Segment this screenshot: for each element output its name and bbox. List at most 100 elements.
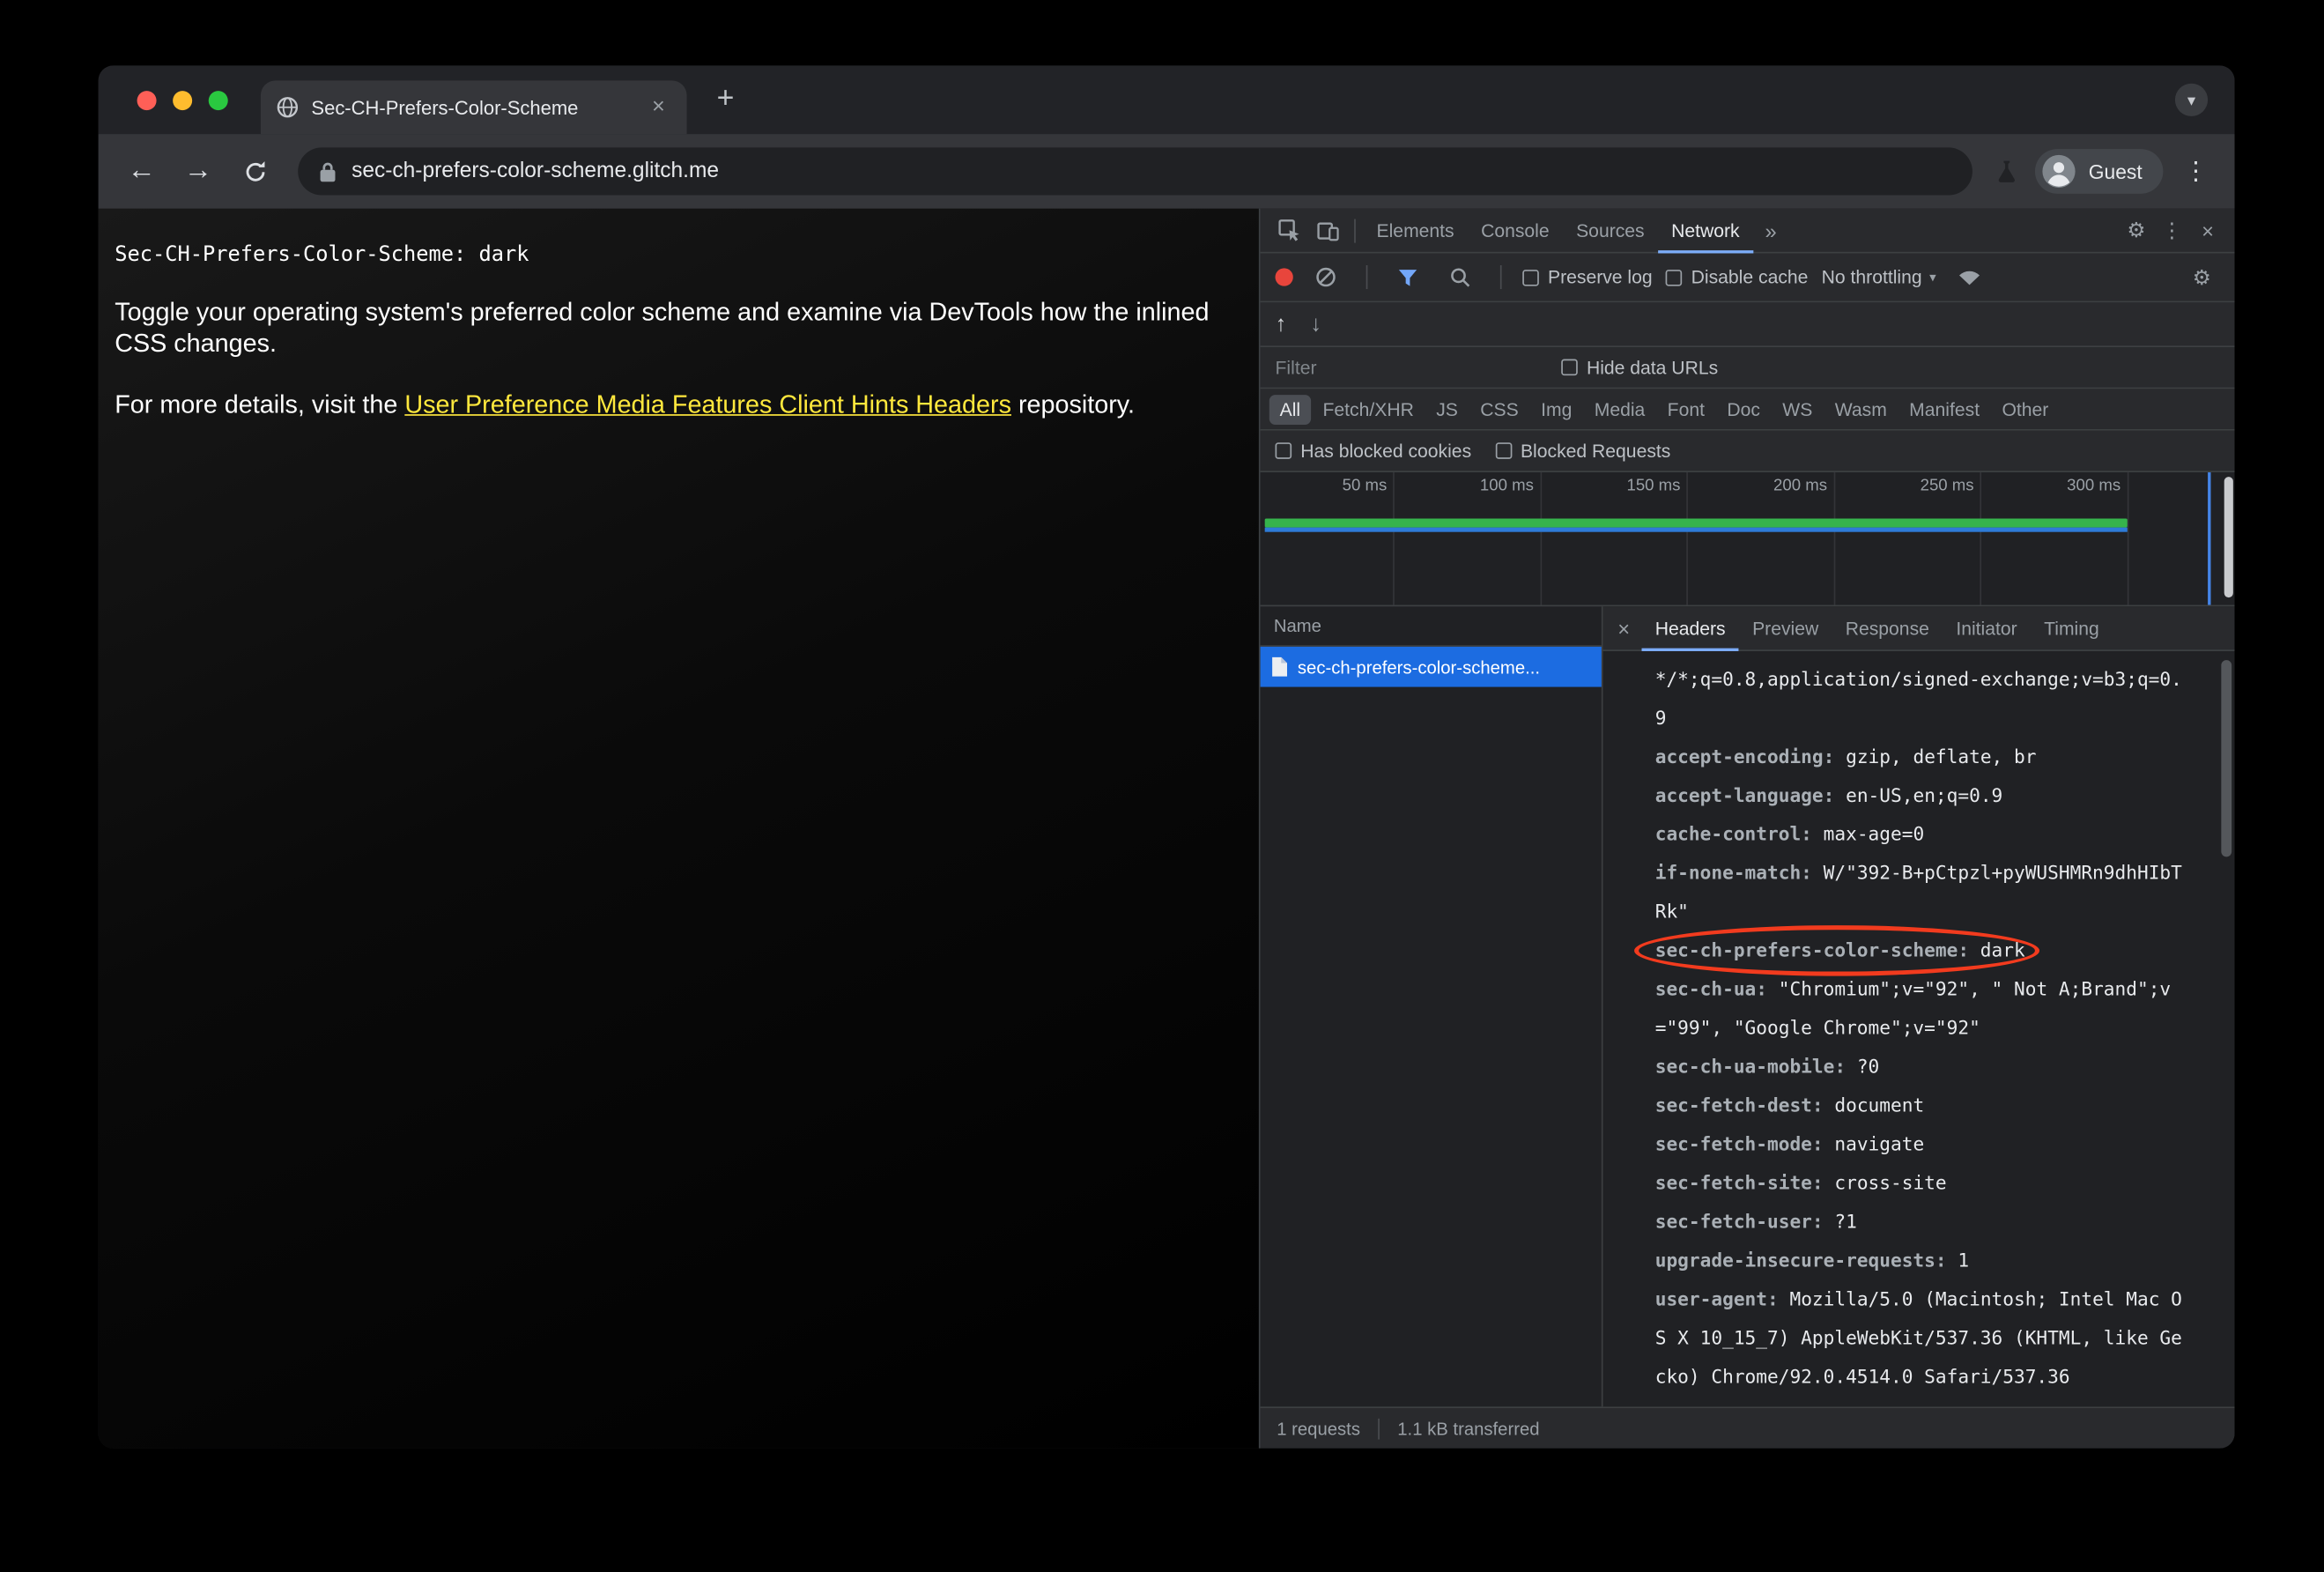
filter-input[interactable]	[1275, 357, 1543, 378]
toolbar-divider	[1499, 265, 1502, 290]
header-name: sec-ch-ua:	[1654, 977, 1768, 1000]
close-details-icon[interactable]: ×	[1606, 616, 1642, 640]
resource-type-chip[interactable]: Wasm	[1824, 394, 1898, 424]
header-line: sec-fetch-user: ?1	[1655, 1203, 2188, 1242]
request-count: 1 requests	[1277, 1418, 1360, 1439]
close-window-button[interactable]	[137, 90, 157, 110]
detail-tab[interactable]: Timing	[2031, 606, 2113, 651]
browser-tab[interactable]: Sec-CH-Prefers-Color-Scheme ×	[260, 80, 687, 135]
disable-cache-checkbox[interactable]: Disable cache	[1665, 267, 1808, 287]
detail-tabs: Headers Preview Response Initiator Timing	[1642, 606, 2113, 649]
devtools-tab[interactable]: Network	[1658, 209, 1753, 254]
import-har-icon[interactable]: ↑	[1276, 311, 1287, 337]
resource-type-chip[interactable]: Img	[1530, 394, 1582, 424]
header-row: */*;q=0.8,application/signed-exchange;v=…	[1655, 660, 2235, 738]
resource-type-chip[interactable]: Fetch/XHR	[1313, 394, 1425, 424]
devtools-tab[interactable]: Elements	[1363, 209, 1468, 254]
hide-data-urls-checkbox[interactable]: Hide data URLs	[1561, 357, 1718, 378]
toolbar-divider	[1354, 218, 1356, 242]
more-tabs-icon[interactable]: »	[1753, 212, 1789, 248]
devtools-tab-bar: Elements Console Sources Network » ⚙ ⋮ ×	[1260, 208, 2235, 254]
filter-icon[interactable]	[1388, 259, 1427, 295]
network-filter-row: Hide data URLs	[1260, 347, 2235, 389]
profile-button[interactable]: Guest	[2034, 149, 2164, 194]
resource-type-chip[interactable]: Other	[1992, 394, 2060, 424]
timeline-overview[interactable]: 50 ms 100 ms 150 ms 200 ms 250 ms 300 ms	[1260, 472, 2235, 607]
tab-search-chevron-icon[interactable]: ▾	[2174, 83, 2209, 116]
header-line: sec-fetch-site: cross-site	[1655, 1164, 2188, 1203]
status-divider	[1378, 1418, 1380, 1439]
devtools-tab[interactable]: Console	[1468, 209, 1563, 254]
window-content: Sec-CH-Prefers-Color-Scheme: dark Toggle…	[98, 208, 2235, 1449]
page-paragraph-1: Toggle your operating system's preferred…	[115, 298, 1210, 358]
clear-icon[interactable]	[1306, 259, 1345, 295]
has-blocked-cookies-label: Has blocked cookies	[1300, 440, 1472, 462]
detail-tab[interactable]: Initiator	[1943, 606, 2031, 651]
timeline-bar-blue	[1264, 527, 2128, 532]
resource-type-chip[interactable]: WS	[1772, 394, 1823, 424]
requests-panel: Name sec-ch-prefers-color-scheme...	[1260, 606, 1603, 1407]
network-split: Name sec-ch-prefers-color-scheme... × He…	[1260, 606, 2235, 1407]
blocked-requests-checkbox[interactable]: Blocked Requests	[1495, 441, 1670, 461]
resource-type-chip[interactable]: Doc	[1716, 394, 1770, 424]
device-toolbar-icon[interactable]	[1308, 212, 1347, 248]
header-name: accept-language:	[1654, 783, 1835, 806]
back-button[interactable]: ←	[119, 149, 164, 194]
zoom-window-button[interactable]	[208, 90, 228, 110]
requests-name-header[interactable]: Name	[1260, 606, 1602, 647]
header-line: upgrade-insecure-requests: 1	[1655, 1242, 2188, 1280]
overview-scrollbar[interactable]	[2224, 477, 2233, 598]
search-icon[interactable]	[1440, 259, 1479, 295]
inspect-element-icon[interactable]	[1269, 212, 1308, 248]
detail-tab[interactable]: Response	[1832, 606, 1943, 651]
minimize-window-button[interactable]	[173, 90, 193, 110]
has-blocked-cookies-checkbox[interactable]: Has blocked cookies	[1275, 440, 1472, 462]
export-har-icon[interactable]: ↓	[1310, 311, 1321, 337]
header-name: sec-ch-prefers-color-scheme:	[1654, 938, 1970, 961]
throttling-select[interactable]: No throttling ▾	[1822, 267, 1936, 288]
header-value: en-US,en;q=0.9	[1846, 783, 2003, 806]
devtools-menu-icon[interactable]: ⋮	[2154, 212, 2190, 248]
header-line: accept-encoding: gzip, deflate, br	[1655, 738, 2188, 776]
resource-type-chip[interactable]: Media	[1584, 394, 1655, 424]
network-conditions-icon[interactable]	[1950, 259, 1988, 295]
resource-type-chip[interactable]: JS	[1425, 394, 1468, 424]
browser-menu-button[interactable]: ⋮	[2178, 157, 2214, 187]
network-toolbar: Preserve log Disable cache No throttling…	[1260, 253, 2235, 303]
devtools-close-icon[interactable]: ×	[2190, 212, 2226, 248]
avatar-icon	[2041, 153, 2077, 189]
address-bar[interactable]: sec-ch-prefers-color-scheme.glitch.me	[298, 147, 1972, 196]
repository-link[interactable]: User Preference Media Features Client Hi…	[404, 390, 1011, 419]
header-name: if-none-match:	[1654, 861, 1812, 884]
browser-toolbar: ← → sec-ch-prefers-color-scheme.glitch.m…	[98, 134, 2235, 209]
preserve-log-checkbox[interactable]: Preserve log	[1522, 267, 1653, 287]
devtools-panel: ElementsConsoleSourcesNetwork » ⚙ ⋮ ×	[1258, 208, 2235, 1449]
network-settings-icon[interactable]: ⚙	[2184, 259, 2220, 295]
header-row: accept-encoding: gzip, deflate, br	[1655, 738, 2235, 776]
resource-type-chip[interactable]: All	[1269, 394, 1311, 425]
resource-type-chip[interactable]: CSS	[1469, 394, 1528, 424]
devtools-settings-icon[interactable]: ⚙	[2119, 212, 2155, 248]
detail-tab[interactable]: Preview	[1739, 606, 1832, 651]
timeline-tick-label: 300 ms	[1981, 472, 2128, 605]
blocked-filters-row: Has blocked cookies Blocked Requests	[1260, 430, 2235, 473]
details-scrollbar[interactable]	[2221, 660, 2232, 857]
tab-title: Sec-CH-Prefers-Color-Scheme	[311, 96, 579, 119]
new-tab-button[interactable]: +	[705, 79, 746, 121]
resource-type-chip[interactable]: Font	[1657, 394, 1715, 424]
header-row: if-none-match: W/"392-B+pCtpzl+pyWUSHMRn9…	[1655, 854, 2235, 931]
devtools-tab[interactable]: Sources	[1563, 209, 1658, 254]
flask-icon[interactable]	[1994, 158, 2020, 184]
paragraph-2-prefix: For more details, visit the	[115, 390, 405, 419]
resource-type-chip[interactable]: Manifest	[1898, 394, 1990, 424]
header-value: max-age=0	[1823, 822, 1925, 845]
reload-button[interactable]	[233, 149, 278, 194]
detail-tab[interactable]: Headers	[1642, 606, 1739, 651]
request-row[interactable]: sec-ch-prefers-color-scheme...	[1260, 646, 1602, 687]
header-row: sec-ch-ua: "Chromium";v="92", " Not A;Bra…	[1655, 970, 2235, 1048]
tab-close-icon[interactable]: ×	[645, 94, 671, 121]
record-button[interactable]	[1275, 268, 1293, 286]
hide-data-urls-label: Hide data URLs	[1586, 357, 1719, 378]
page-content: Sec-CH-Prefers-Color-Scheme: dark Toggle…	[98, 208, 1259, 1449]
forward-button[interactable]: →	[176, 149, 221, 194]
